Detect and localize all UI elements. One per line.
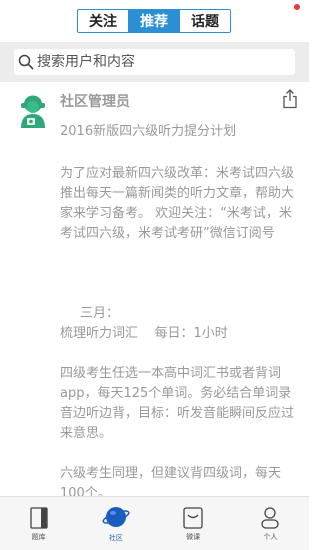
admin-avatar-icon[interactable] — [18, 94, 48, 128]
search-box[interactable] — [14, 49, 295, 75]
post-paragraph: 三月： — [80, 306, 120, 321]
search-icon — [18, 54, 34, 70]
post-paragraph: 四级考生任选一本高中词汇书或者背词app，每天125个单词。务必结合单词录音边听… — [60, 366, 295, 441]
post-paragraph: 梳理听力词汇 每日：1小时 — [60, 326, 228, 341]
tabbar-label: 题库 — [31, 533, 46, 541]
tab-topics[interactable]: 话题 — [179, 10, 230, 32]
tab-recommend[interactable]: 推荐 — [128, 10, 179, 32]
share-icon[interactable] — [282, 89, 298, 109]
tabbar-label: 个人 — [263, 533, 278, 541]
search-input[interactable] — [37, 54, 287, 70]
post-body: 为了应对最新四六级改革：米考试四六级推出每天一篇新闻类的听力文章，帮助大家来学习… — [60, 164, 303, 496]
tab-follow[interactable]: 关注 — [78, 10, 128, 32]
tabbar-label: 微课 — [186, 533, 201, 541]
post-paragraph: 六级考生同理，但建议背四级词，每天100个。 — [60, 466, 282, 496]
tabbar-item-question-bank[interactable]: 题库 — [0, 497, 77, 550]
bag-icon — [183, 507, 203, 529]
tabbar-item-micro-course[interactable]: 微课 — [155, 497, 232, 550]
planet-icon — [102, 507, 130, 527]
post-paragraph: 为了应对最新四六级改革：米考试四六级推出每天一篇新闻类的听力文章，帮助大家来学习… — [60, 166, 295, 241]
post-author[interactable]: 社区管理员 — [60, 91, 130, 111]
bottom-tab-bar: 题库 社区 微课 个人 — [0, 496, 309, 550]
notification-dot — [294, 4, 300, 10]
book-icon — [29, 507, 48, 529]
post-card[interactable]: 社区管理员 2016新版四六级听力提分计划 为了应对最新四六级改革：米考试四六级… — [0, 82, 309, 496]
person-icon — [261, 507, 280, 529]
tabbar-label: 社区 — [108, 534, 123, 542]
post-title: 2016新版四六级听力提分计划 — [60, 124, 237, 139]
tabbar-item-profile[interactable]: 个人 — [232, 497, 309, 550]
tabbar-item-community[interactable]: 社区 — [77, 497, 154, 550]
feed-tab-switcher: 关注 推荐 话题 — [77, 9, 231, 33]
top-bar: 关注 推荐 话题 — [0, 0, 309, 40]
search-bar — [0, 42, 309, 82]
